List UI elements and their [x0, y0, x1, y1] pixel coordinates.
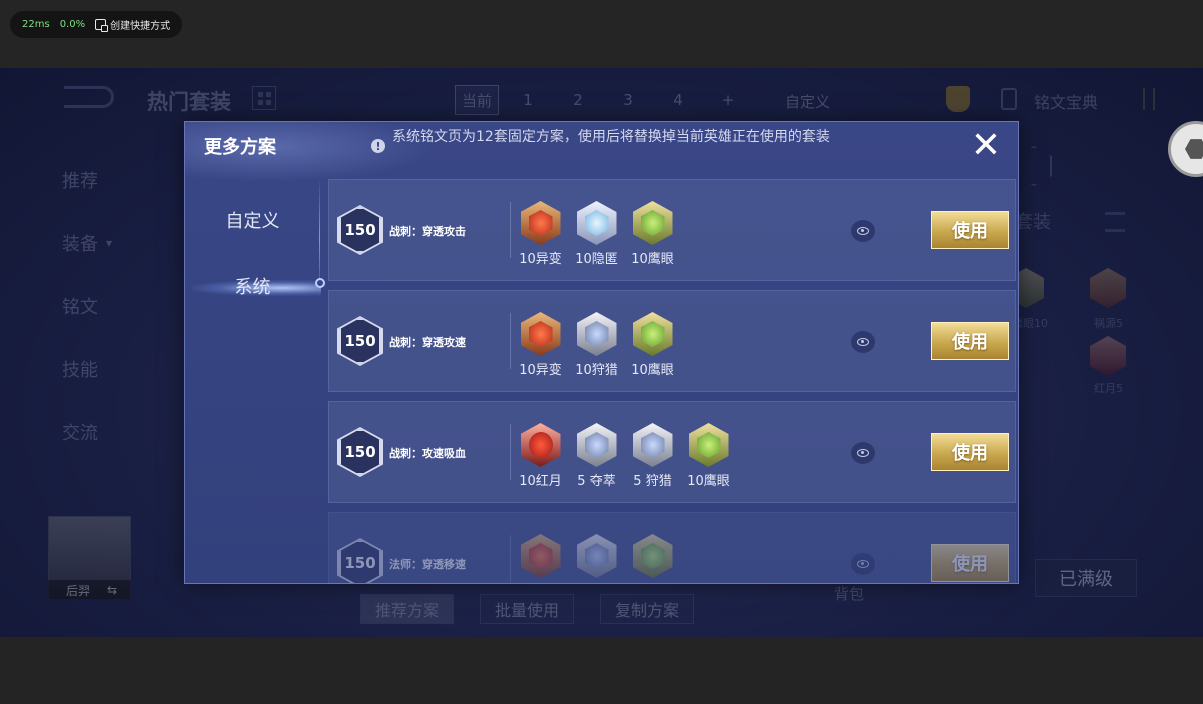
create-shortcut-button[interactable]: 创建快捷方式 [95, 17, 170, 32]
rune-gem-icon [520, 201, 561, 245]
notice-text: 系统铭文页为12套固定方案，使用后将替换掉当前英雄正在使用的套装 [392, 129, 830, 145]
rune-list: 10红月 5 夺萃 5 狩猎 10鹰眼 [519, 423, 730, 489]
rune-gem-icon [576, 423, 617, 467]
row-divider [510, 535, 511, 583]
overlay-topbar: 22ms 0.0% 创建快捷方式 [0, 0, 1203, 68]
latency-readout: 22ms [22, 19, 50, 30]
loss-readout: 0.0% [59, 19, 86, 30]
tab-label: 自定义 [225, 211, 280, 232]
rune-label: 10异变 [519, 363, 562, 378]
rune-label: 10红月 [519, 474, 562, 489]
row-divider [510, 313, 511, 369]
rune-item: 5 夺萃 [575, 423, 618, 489]
rune-gem-icon [576, 312, 617, 356]
rune-label: 10鹰眼 [631, 252, 674, 267]
rune-item: 10异变 [519, 312, 562, 378]
hex-icon [1185, 139, 1203, 159]
rune-gem-icon [688, 423, 729, 467]
tab-custom-plans[interactable]: 自定义 [185, 200, 320, 240]
plan-row: 150 法师：穿透移速 使用 [328, 512, 1016, 583]
use-button[interactable]: 使用 [931, 433, 1009, 471]
rune-label: 10隐匿 [575, 252, 618, 267]
rune-gem-icon [632, 201, 673, 245]
rune-gem-icon [632, 423, 673, 467]
shortcut-label: 创建快捷方式 [110, 21, 171, 32]
rune-item [575, 534, 618, 578]
row-divider [510, 202, 511, 258]
rune-item: 10狩猎 [575, 312, 618, 378]
plan-name: 战刺：穿透攻速 [389, 336, 466, 349]
rune-item [631, 534, 674, 578]
rune-gem-icon [520, 312, 561, 356]
plan-name: 战刺：穿透攻击 [389, 225, 466, 238]
plan-row: 150 战刺：穿透攻击 10异变 10隐匿 10鹰眼 使用 [328, 179, 1016, 281]
use-button[interactable]: 使用 [931, 322, 1009, 360]
eye-icon[interactable] [851, 442, 875, 464]
rune-label: 10狩猎 [575, 363, 618, 378]
rune-item: 10鹰眼 [687, 423, 730, 489]
rune-gem-icon [576, 534, 617, 578]
rune-item: 10鹰眼 [631, 201, 674, 267]
use-button[interactable]: 使用 [931, 211, 1009, 249]
bottom-strip [0, 637, 1203, 704]
eye-icon[interactable] [851, 553, 875, 575]
plan-name: 战刺：攻速吸血 [389, 447, 466, 460]
eye-icon[interactable] [851, 220, 875, 242]
rune-item: 10红月 [519, 423, 562, 489]
active-tab-indicator [315, 278, 325, 288]
rune-list [519, 534, 674, 578]
rune-gem-icon [520, 534, 561, 578]
tab-label: 系统 [234, 277, 271, 298]
rune-item: 5 狩猎 [631, 423, 674, 489]
tab-system-plans[interactable]: 系统 [185, 266, 321, 306]
rune-label: 5 夺萃 [577, 474, 616, 489]
eye-icon[interactable] [851, 331, 875, 353]
plan-row: 150 战刺：穿透攻速 10异变 10狩猎 10鹰眼 使用 [328, 290, 1016, 392]
more-plans-modal: 更多方案 ! 系统铭文页为12套固定方案，使用后将替换掉当前英雄正在使用的套装 … [184, 121, 1019, 584]
rune-item: 10隐匿 [575, 201, 618, 267]
rune-item: 10鹰眼 [631, 312, 674, 378]
info-icon: ! [371, 139, 385, 153]
rune-gem-icon [520, 423, 561, 467]
plan-name: 法师：穿透移速 [389, 558, 466, 571]
shortcut-icon [95, 19, 109, 32]
rune-list: 10异变 10狩猎 10鹰眼 [519, 312, 674, 378]
rune-label: 10鹰眼 [687, 474, 730, 489]
rune-label: 5 狩猎 [633, 474, 672, 489]
close-button[interactable]: ✕ [968, 128, 1004, 164]
rune-gem-icon [632, 534, 673, 578]
rune-item [519, 534, 562, 578]
rune-list: 10异变 10隐匿 10鹰眼 [519, 201, 674, 267]
plan-row: 150 战刺：攻速吸血 10红月 5 夺萃 5 狩猎 10鹰眼 使用 [328, 401, 1016, 503]
rune-gem-icon [576, 201, 617, 245]
plan-list[interactable]: 150 战刺：穿透攻击 10异变 10隐匿 10鹰眼 使用 150 战刺：穿透攻… [328, 179, 1016, 583]
use-button[interactable]: 使用 [931, 544, 1009, 582]
row-divider [510, 424, 511, 480]
rune-label: 10鹰眼 [631, 363, 674, 378]
rune-gem-icon [632, 312, 673, 356]
rune-label: 10异变 [519, 252, 562, 267]
rune-item: 10异变 [519, 201, 562, 267]
perf-pill[interactable]: 22ms 0.0% 创建快捷方式 [10, 11, 183, 38]
modal-title: 更多方案 [204, 137, 276, 158]
